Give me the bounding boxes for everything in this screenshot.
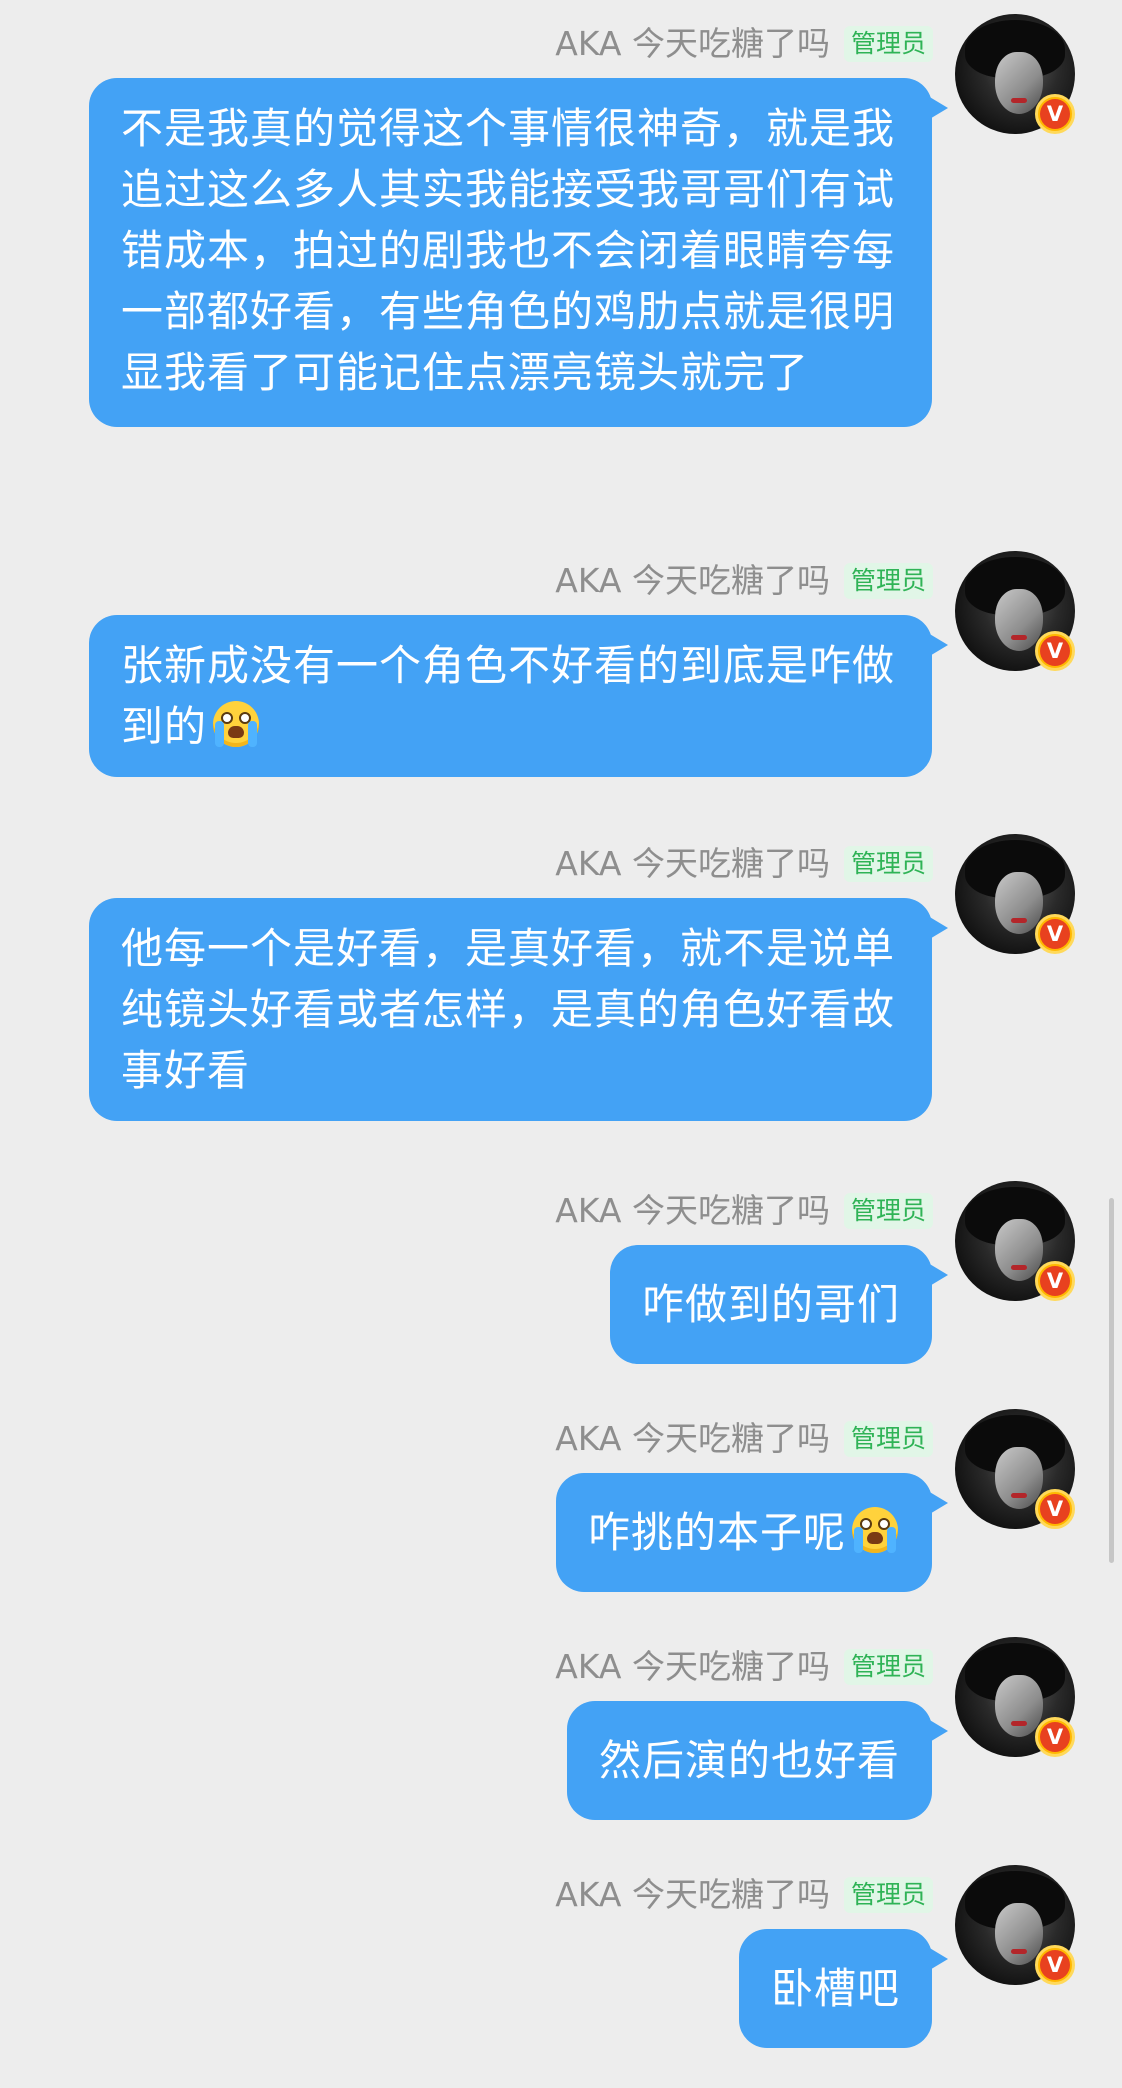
message-bubble[interactable]: 咋挑的本子呢 xyxy=(555,1473,949,1592)
message-bubble[interactable]: 然后演的也好看 xyxy=(566,1701,949,1820)
crying-face-emoji xyxy=(850,1505,900,1555)
verified-badge-icon: V xyxy=(1035,1945,1075,1985)
message-bubble[interactable]: 不是我真的觉得这个事情很神奇，就是我追过这么多人其实我能接受我哥哥们有试错成本，… xyxy=(89,78,948,427)
message-text: 咋做到的哥们 xyxy=(641,1280,900,1329)
avatar-face xyxy=(995,872,1043,934)
message-meta: AKA 今天吃糖了吗 管理员 xyxy=(555,842,933,886)
admin-badge: 管理员 xyxy=(843,1193,933,1229)
verified-mark: V xyxy=(1040,99,1070,129)
verified-badge-icon: V xyxy=(1035,631,1075,671)
message-text: 咋挑的本子呢 xyxy=(587,1508,846,1557)
scrollbar[interactable] xyxy=(1109,1198,1114,1563)
message-meta: AKA 今天吃糖了吗 管理员 xyxy=(555,1417,933,1461)
avatar-face xyxy=(995,1675,1043,1737)
verified-mark: V xyxy=(1040,919,1070,949)
message-meta: AKA 今天吃糖了吗 管理员 xyxy=(555,1645,933,1689)
verified-mark: V xyxy=(1040,1494,1070,1524)
message-meta: AKA 今天吃糖了吗 管理员 xyxy=(555,559,933,603)
verified-badge-icon: V xyxy=(1035,1489,1075,1529)
sender-name[interactable]: AKA 今天吃糖了吗 xyxy=(555,1189,830,1233)
admin-badge: 管理员 xyxy=(843,846,933,882)
verified-badge-icon: V xyxy=(1035,914,1075,954)
verified-mark: V xyxy=(1040,1722,1070,1752)
avatar-face xyxy=(995,1447,1043,1509)
message-meta: AKA 今天吃糖了吗 管理员 xyxy=(555,1873,933,1917)
avatar-lip xyxy=(1011,1721,1027,1726)
avatar-face xyxy=(995,1903,1043,1965)
message-text: 不是我真的觉得这个事情很神奇，就是我追过这么多人其实我能接受我哥哥们有试错成本，… xyxy=(121,104,896,397)
sender-name[interactable]: AKA 今天吃糖了吗 xyxy=(555,1417,830,1461)
verified-mark: V xyxy=(1040,1950,1070,1980)
avatar-face xyxy=(995,1219,1043,1281)
message-meta: AKA 今天吃糖了吗 管理员 xyxy=(555,22,933,66)
sender-name[interactable]: AKA 今天吃糖了吗 xyxy=(555,1873,830,1917)
avatar-lip xyxy=(1011,1265,1027,1270)
message-bubble[interactable]: 他每一个是好看，是真好看，就不是说单纯镜头好看或者怎样，是真的角色好看故事好看 xyxy=(89,898,948,1121)
admin-badge: 管理员 xyxy=(843,1421,933,1457)
message-bubble[interactable]: 张新成没有一个角色不好看的到底是咋做到的 xyxy=(89,615,948,777)
avatar-lip xyxy=(1011,98,1027,103)
avatar-lip xyxy=(1011,918,1027,923)
verified-badge-icon: V xyxy=(1035,1261,1075,1301)
message-bubble[interactable]: 咋做到的哥们 xyxy=(609,1245,949,1364)
message-text: 然后演的也好看 xyxy=(598,1736,900,1785)
sender-name[interactable]: AKA 今天吃糖了吗 xyxy=(555,559,830,603)
message-bubble[interactable]: 卧槽吧 xyxy=(738,1929,949,2048)
sender-name[interactable]: AKA 今天吃糖了吗 xyxy=(555,1645,830,1689)
admin-badge: 管理员 xyxy=(843,563,933,599)
sender-name[interactable]: AKA 今天吃糖了吗 xyxy=(555,842,830,886)
avatar-lip xyxy=(1011,635,1027,640)
message-meta: AKA 今天吃糖了吗 管理员 xyxy=(555,1189,933,1233)
sender-name[interactable]: AKA 今天吃糖了吗 xyxy=(555,22,830,66)
message-text: 他每一个是好看，是真好看，就不是说单纯镜头好看或者怎样，是真的角色好看故事好看 xyxy=(121,924,896,1095)
verified-badge-icon: V xyxy=(1035,94,1075,134)
avatar-lip xyxy=(1011,1493,1027,1498)
crying-face-emoji xyxy=(211,699,261,749)
admin-badge: 管理员 xyxy=(843,26,933,62)
verified-mark: V xyxy=(1040,1266,1070,1296)
message-text: 卧槽吧 xyxy=(770,1964,900,2013)
verified-badge-icon: V xyxy=(1035,1717,1075,1757)
avatar-face xyxy=(995,589,1043,651)
avatar-lip xyxy=(1011,1949,1027,1954)
verified-mark: V xyxy=(1040,636,1070,666)
admin-badge: 管理员 xyxy=(843,1877,933,1913)
avatar-face xyxy=(995,52,1043,114)
chat-message-list[interactable]: AKA 今天吃糖了吗 管理员 不是我真的觉得这个事情很神奇，就是我追过这么多人其… xyxy=(0,0,1122,2088)
admin-badge: 管理员 xyxy=(843,1649,933,1685)
